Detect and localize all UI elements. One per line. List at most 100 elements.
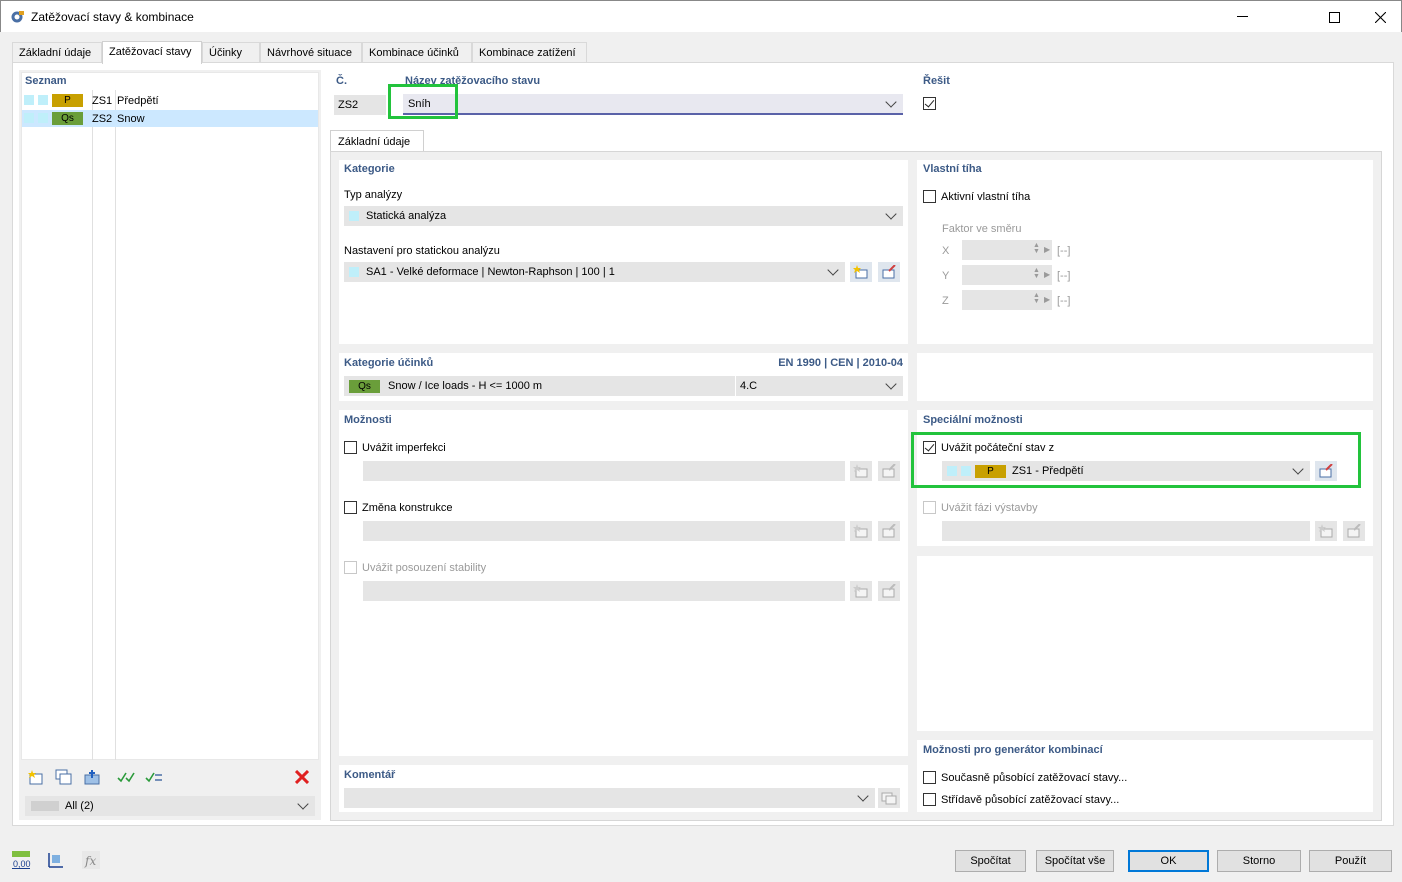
action-category-value: Snow / Ice loads - H <= 1000 m [388,380,543,392]
structure-change-label: Změna konstrukce [362,502,453,514]
decimal-places-icon[interactable]: 0,00 [10,849,32,871]
stability-label: Uvážit posouzení stability [362,562,487,574]
special-options-header: Speciální možnosti [923,414,1023,426]
import-icon[interactable] [81,766,103,788]
analysis-settings-select[interactable]: SA1 - Velké deformace | Newton-Raphson |… [344,262,845,282]
chevron-down-icon [885,208,897,220]
name-input[interactable]: Sníh [403,94,903,115]
analysis-type-value: Statická analýza [366,210,447,222]
structure-change-select [363,521,845,541]
category-panel: Kategorie Typ analýzy Statická analýza N… [339,160,908,344]
delete-icon[interactable] [291,766,313,788]
action-category-header: Kategorie účinků [344,357,434,369]
solve-label: Řešit [923,75,950,87]
list-item-badge: Qs [52,112,83,125]
tab-action-combinations[interactable]: Kombinace účinků [362,42,472,63]
stability-checkbox [344,561,357,574]
highlight-box-name [388,84,458,119]
factor-y-input[interactable]: ▲ ▼ ▶ [962,265,1052,285]
comment-panel: Komentář [339,765,908,812]
factor-x-input[interactable]: ▲ ▼ ▶ [962,240,1052,260]
maximize-icon[interactable] [1311,1,1357,33]
edit-settings-icon[interactable] [878,262,900,282]
ok-button[interactable]: OK [1128,850,1209,872]
alternating-label: Střídavě působící zatěžovací stavy... [941,794,1120,806]
formula-icon[interactable]: fx [80,849,102,871]
number-label: Č. [336,75,347,87]
list-panel: Seznam P ZS1 Předpětí Qs ZS2 Snow All (2… [19,70,321,820]
structure-change-checkbox[interactable] [344,501,357,514]
chevron-down-icon [297,798,309,810]
comment-input[interactable] [344,788,875,808]
cancel-button[interactable]: Storno [1217,850,1301,872]
subtab-basic-data[interactable]: Základní údaje [330,130,424,152]
tab-load-cases[interactable]: Zatěžovací stavy [102,41,202,64]
apply-button[interactable]: Použít [1309,850,1392,872]
app-icon [11,11,24,23]
new-structure-change-icon [850,521,872,541]
check-all-icon[interactable] [115,766,137,788]
options-header: Možnosti [344,414,392,426]
factor-z-input[interactable]: ▲ ▼ ▶ [962,290,1052,310]
imperfection-checkbox[interactable] [344,441,357,454]
empty-panel-top [917,353,1373,401]
solve-checkbox[interactable] [923,97,936,110]
list-filter-select[interactable]: All (2) [25,796,315,816]
factor-x-label: X [942,245,950,257]
factor-y-unit: [--] [1057,270,1071,282]
list-item-selected[interactable]: Qs ZS2 Snow [22,110,318,127]
tab-actions[interactable]: Účinky [202,42,260,63]
number-field: ZS2 [334,95,386,115]
list-item-badge: P [52,94,83,107]
analysis-settings-value: SA1 - Velké deformace | Newton-Raphson |… [366,266,615,278]
edit-imperfection-icon [878,461,900,481]
factor-label: Faktor ve směru [942,223,1022,235]
simultaneous-checkbox[interactable] [923,771,936,784]
new-settings-icon[interactable] [850,262,872,282]
window-title: Zatěžovací stavy & kombinace [31,10,194,24]
list-item[interactable]: P ZS1 Předpětí [22,92,318,110]
analysis-settings-label: Nastavení pro statickou analýzu [344,245,500,257]
comment-header: Komentář [344,769,396,781]
new-stability-icon [850,581,872,601]
list-filter-value: All (2) [65,800,94,812]
calculate-button[interactable]: Spočítat [955,850,1026,872]
list-item-name: Předpětí [117,95,159,107]
list-item-id: ZS1 [92,95,113,107]
toggle-check-icon[interactable] [143,766,165,788]
factor-z-unit: [--] [1057,295,1071,307]
comment-library-icon[interactable] [878,788,900,808]
number-panel: Č. ZS2 [330,72,390,118]
edit-stability-icon [878,581,900,601]
imperfection-select [363,461,845,481]
list-item-id: ZS2 [92,113,113,125]
empty-panel-bottom [917,556,1373,731]
simultaneous-label: Současně působící zatěžovací stavy... [941,772,1128,784]
chevron-down-icon [885,378,897,390]
imperfection-label: Uvážit imperfekci [362,442,446,454]
analysis-type-label: Typ analýzy [344,189,403,201]
construction-phase-label: Uvážit fázi výstavby [941,502,1038,514]
units-icon[interactable] [45,849,67,871]
action-category-select[interactable]: Qs Snow / Ice loads - H <= 1000 m 4.C [344,376,903,396]
alternating-checkbox[interactable] [923,793,936,806]
tab-design-situations[interactable]: Návrhové situace [260,42,362,63]
category-header: Kategorie [344,163,395,175]
analysis-type-select[interactable]: Statická analýza [344,206,903,226]
action-category-code: 4.C [740,380,758,392]
new-load-case-icon[interactable] [25,766,47,788]
calculate-all-button[interactable]: Spočítat vše [1036,850,1114,872]
minimize-icon[interactable] [1219,1,1265,33]
tab-basic-data[interactable]: Základní údaje [12,42,102,63]
chevron-down-icon [857,790,869,802]
construction-phase-select [942,521,1310,541]
copy-load-case-icon[interactable] [53,766,75,788]
combination-generator-panel: Možnosti pro generátor kombinací Současn… [917,740,1373,812]
action-category-norm: EN 1990 | CEN | 2010-04 [778,357,903,369]
list-header: Seznam [25,75,67,87]
action-category-panel: Kategorie účinků EN 1990 | CEN | 2010-04… [339,353,908,401]
solve-panel: Řešit [917,72,1381,118]
close-icon[interactable] [1357,1,1402,33]
self-weight-checkbox[interactable] [923,190,936,203]
tab-load-combinations[interactable]: Kombinace zatížení [472,42,587,63]
